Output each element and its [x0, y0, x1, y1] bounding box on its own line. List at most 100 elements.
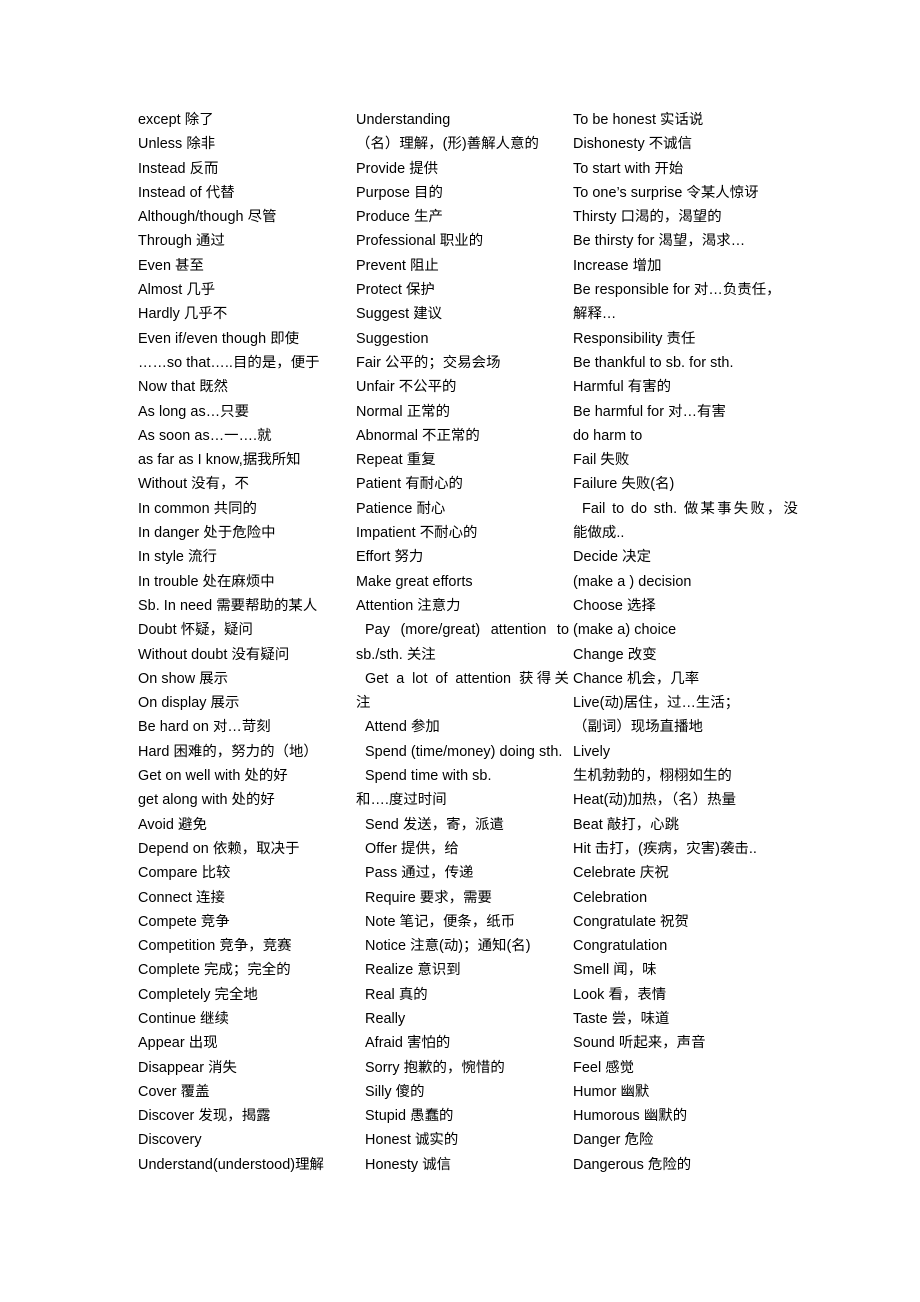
vocabulary-entry: Compete 竞争 [138, 913, 230, 930]
vocabulary-entry: （副词）现场直播地 [573, 719, 703, 736]
vocabulary-entry: Repeat 重复 [356, 452, 436, 469]
vocabulary-entry: 能做成.. [573, 525, 625, 542]
vocabulary-entry: Sorry 抱歉的，惋惜的 [365, 1059, 505, 1076]
vocabulary-entry: Dishonesty 不诚信 [573, 136, 693, 153]
vocabulary-entry: Beat 敲打，心跳 [573, 816, 680, 833]
vocabulary-entry: Spend time with sb. [365, 768, 492, 785]
vocabulary-entry: Even if/even though 即使 [138, 330, 300, 347]
vocabulary-entry: Unfair 不公平的 [356, 379, 457, 396]
vocabulary-entry: Even 甚至 [138, 257, 204, 274]
vocabulary-entry: Cover 覆盖 [138, 1083, 210, 1100]
vocabulary-entry: Fail to do sth. 做某事失败，没 [582, 500, 798, 517]
vocabulary-entry: Send 发送，寄，派遣 [365, 816, 504, 833]
vocabulary-entry: To start with 开始 [573, 160, 684, 177]
vocabulary-entry: Sound 听起来，声音 [573, 1035, 706, 1052]
vocabulary-entry: ……so that…..目的是，便于 [138, 354, 320, 371]
vocabulary-entry: Through 通过 [138, 233, 225, 250]
vocabulary-entry: Make great efforts [356, 573, 473, 590]
vocabulary-entry: Be thankful to sb. for sth. [573, 354, 734, 371]
vocabulary-entry: get along with 处的好 [138, 792, 275, 809]
vocabulary-entry: as far as I know,据我所知 [138, 452, 301, 469]
vocabulary-entry: Appear 出现 [138, 1035, 218, 1052]
vocabulary-entry: To be honest 实话说 [573, 112, 704, 128]
vocabulary-entry: Without 没有，不 [138, 476, 249, 493]
vocabulary-entry: Stupid 愚蠢的 [365, 1108, 454, 1125]
vocabulary-entry: Dangerous 危险的 [573, 1156, 692, 1173]
vocabulary-entry: Smell 闻，味 [573, 962, 657, 979]
vocabulary-entry: Compare 比较 [138, 865, 231, 882]
vocabulary-entry: Discover 发现，揭露 [138, 1108, 271, 1125]
vocabulary-entry: Honest 诚实的 [365, 1132, 459, 1149]
vocabulary-entry: Choose 选择 [573, 597, 656, 614]
vocabulary-column-1: except 除了 Unless 除非 Instead 反而 Instead of 代… [138, 108, 356, 1177]
vocabulary-entry: Produce 生产 [356, 209, 443, 226]
vocabulary-entry: Change 改变 [573, 646, 657, 663]
vocabulary-entry: Impatient 不耐心的 [356, 525, 478, 542]
vocabulary-entry: Disappear 消失 [138, 1059, 237, 1076]
vocabulary-entry: Unless 除非 [138, 136, 216, 153]
vocabulary-entry: Honesty 诚信 [365, 1156, 452, 1173]
vocabulary-entry: Competition 竞争，竞赛 [138, 938, 292, 955]
vocabulary-entry: Now that 既然 [138, 379, 229, 396]
vocabulary-column-3: To be honest 实话说 Dishonesty 不诚信 To start w… [573, 108, 798, 1177]
vocabulary-entry: Without doubt 没有疑问 [138, 646, 290, 663]
vocabulary-entry: Sb. In need 需要帮助的某人 [138, 597, 318, 614]
vocabulary-entry: Congratulate 祝贺 [573, 913, 689, 930]
vocabulary-entry: Increase 增加 [573, 257, 662, 274]
vocabulary-entry: Congratulation [573, 938, 668, 955]
vocabulary-entry: As long as…只要 [138, 403, 250, 420]
vocabulary-entry: Require 要求，需要 [365, 889, 492, 906]
vocabulary-entry: 注 [356, 695, 371, 712]
vocabulary-entry: Silly 傻的 [365, 1083, 425, 1100]
vocabulary-entry: Hardly 几乎不 [138, 306, 228, 323]
vocabulary-entry: Completely 完全地 [138, 986, 258, 1003]
vocabulary-entry: Afraid 害怕的 [365, 1035, 451, 1052]
vocabulary-entry: Abnormal 不正常的 [356, 427, 480, 444]
document-page: except 除了 Unless 除非 Instead 反而 Instead of 代… [0, 0, 920, 1302]
vocabulary-entry: Get on well with 处的好 [138, 768, 288, 785]
vocabulary-entry: Doubt 怀疑，疑问 [138, 622, 253, 639]
vocabulary-entry: Instead 反而 [138, 160, 219, 177]
vocabulary-entry: Celebrate 庆祝 [573, 865, 669, 882]
vocabulary-entry: Purpose 目的 [356, 184, 443, 201]
vocabulary-entry: Look 看，表情 [573, 986, 667, 1003]
vocabulary-entry: Protect 保护 [356, 282, 435, 299]
vocabulary-entry: Thirsty 口渴的，渴望的 [573, 209, 722, 226]
vocabulary-entry: In danger 处于危险中 [138, 525, 276, 542]
vocabulary-entry: Be responsible for 对…负责任， [573, 282, 781, 299]
vocabulary-entry: Failure 失败(名) [573, 476, 675, 493]
vocabulary-entry: Note 笔记，便条，纸币 [365, 913, 516, 930]
vocabulary-entry: Humorous 幽默的 [573, 1108, 688, 1125]
vocabulary-entry: On display 展示 [138, 695, 240, 712]
vocabulary-entry: sb./sth. 关注 [356, 646, 436, 663]
vocabulary-entry: Prevent 阻止 [356, 257, 439, 274]
vocabulary-entry: Avoid 避免 [138, 816, 207, 833]
vocabulary-entry: Suggestion [356, 330, 429, 347]
vocabulary-entry: Be hard on 对…苛刻 [138, 719, 271, 736]
vocabulary-entry: Effort 努力 [356, 549, 424, 566]
vocabulary-entry: Be harmful for 对…有害 [573, 403, 726, 420]
vocabulary-entry: Notice 注意(动)；通知(名) [365, 938, 531, 955]
vocabulary-entry: Feel 感觉 [573, 1059, 635, 1076]
vocabulary-entry: (make a ) decision [573, 573, 692, 590]
vocabulary-columns: except 除了 Unless 除非 Instead 反而 Instead of 代… [138, 108, 798, 1177]
vocabulary-entry: Understanding [356, 112, 451, 128]
vocabulary-entry: Normal 正常的 [356, 403, 451, 420]
vocabulary-entry: Complete 完成；完全的 [138, 962, 291, 979]
vocabulary-entry: To one’s surprise 令某人惊讶 [573, 184, 759, 201]
vocabulary-entry: Live(动)居住，过…生活； [573, 695, 740, 712]
vocabulary-entry: Really [365, 1010, 406, 1027]
vocabulary-entry: Heat(动)加热，（名）热量 [573, 792, 737, 809]
vocabulary-entry: (make a) choice [573, 622, 677, 639]
vocabulary-entry: Patience 耐心 [356, 500, 446, 517]
vocabulary-entry: Taste 尝，味道 [573, 1010, 670, 1027]
vocabulary-entry: Fail 失败 [573, 452, 630, 469]
vocabulary-entry: Chance 机会，几率 [573, 670, 700, 687]
vocabulary-entry: Attention 注意力 [356, 597, 461, 614]
vocabulary-entry: Realize 意识到 [365, 962, 461, 979]
vocabulary-entry: （名）理解，(形)善解人意的 [356, 136, 539, 153]
vocabulary-entry: Humor 幽默 [573, 1083, 650, 1100]
vocabulary-entry: Provide 提供 [356, 160, 439, 177]
vocabulary-entry: Pass 通过，传递 [365, 865, 474, 882]
vocabulary-entry: Although/though 尽管 [138, 209, 277, 226]
